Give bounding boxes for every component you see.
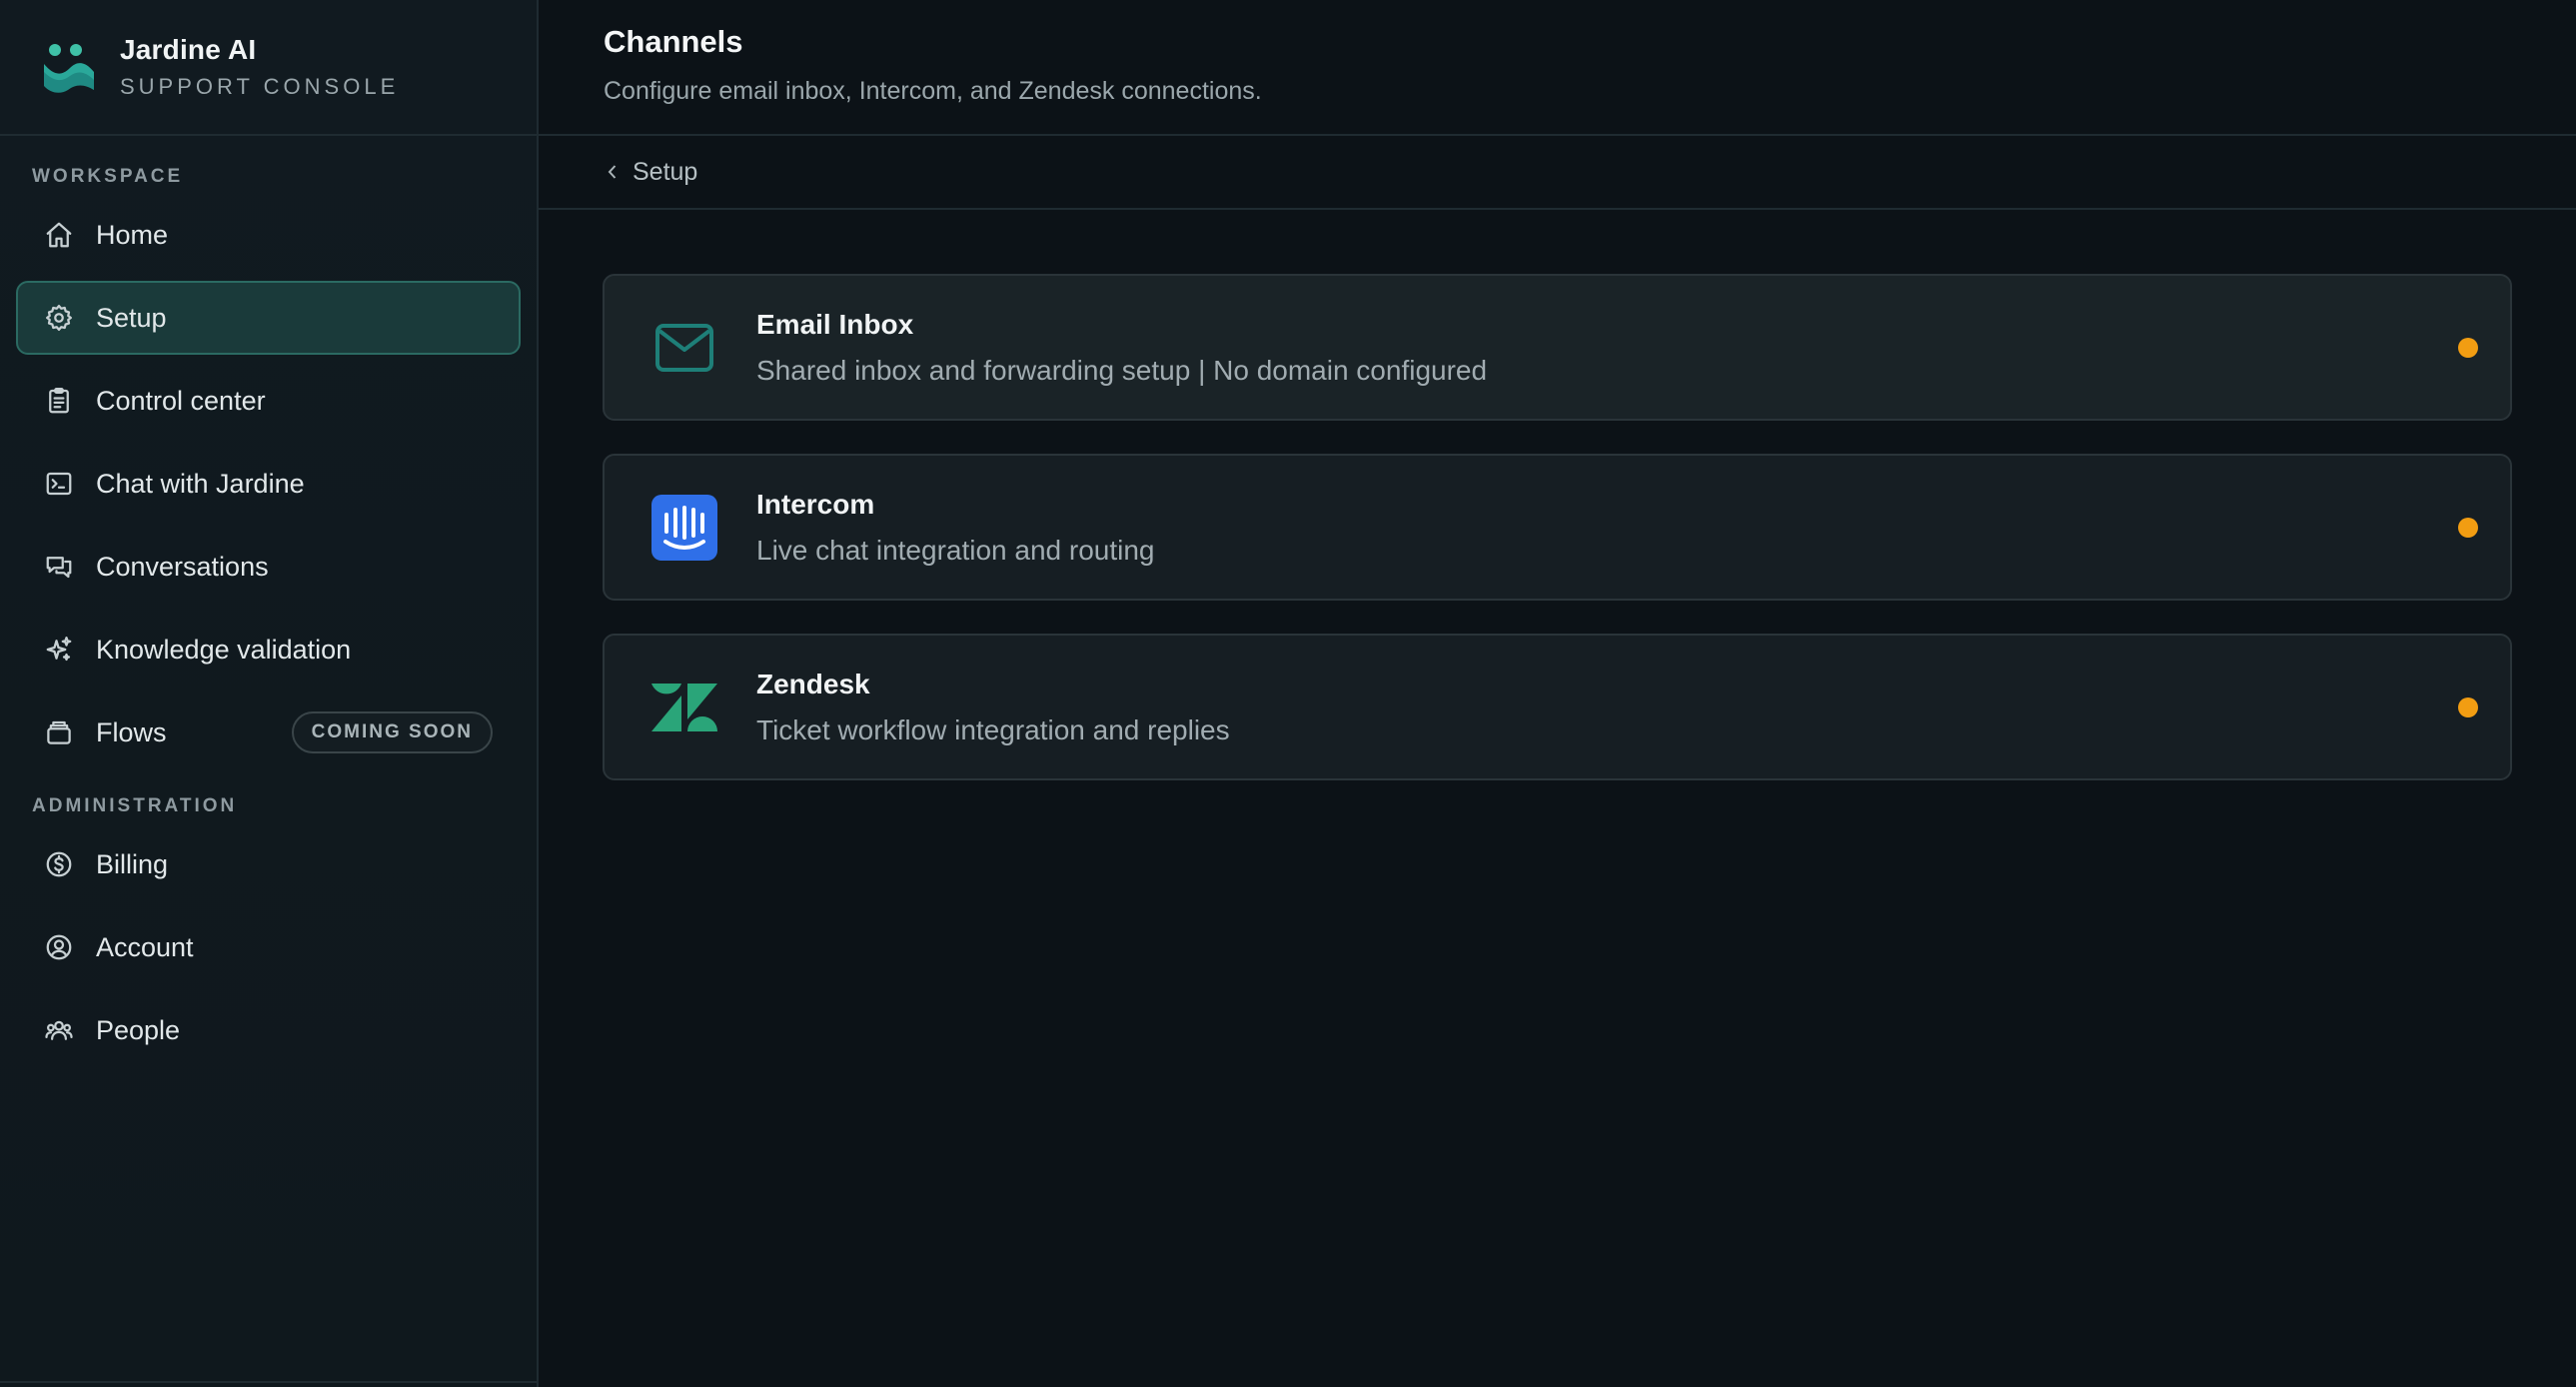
status-indicator bbox=[2458, 337, 2478, 358]
channel-logo bbox=[650, 494, 718, 562]
channel-card-intercom[interactable]: Intercom Live chat integration and routi… bbox=[603, 454, 2512, 601]
breadcrumb-back-link[interactable]: Setup bbox=[603, 158, 697, 187]
sidebar-item-label: Home bbox=[96, 219, 169, 250]
mail-icon bbox=[655, 323, 713, 372]
sidebar-item-setup[interactable]: Setup bbox=[16, 281, 521, 355]
zendesk-logo-icon bbox=[651, 683, 717, 731]
sidebar-item-knowledge-validation[interactable]: Knowledge validation bbox=[16, 613, 521, 687]
brand-header: Jardine AI SUPPORT CONSOLE bbox=[0, 0, 537, 136]
sidebar-item-control-center[interactable]: Control center bbox=[16, 364, 521, 438]
page-subtitle: Configure email inbox, Intercom, and Zen… bbox=[604, 77, 1262, 105]
clipboard-icon bbox=[49, 388, 69, 414]
section-label-workspace: WORKSPACE bbox=[32, 166, 184, 187]
sidebar-divider bbox=[0, 1381, 537, 1383]
sidebar-item-label: Billing bbox=[96, 848, 169, 879]
sidebar-item-billing[interactable]: Billing bbox=[16, 827, 521, 901]
channel-description: Ticket workflow integration and replies bbox=[756, 713, 1230, 745]
sidebar-item-people[interactable]: People bbox=[16, 993, 521, 1067]
terminal-icon bbox=[46, 472, 72, 496]
sidebar-item-account[interactable]: Account bbox=[16, 910, 521, 984]
brand-name: Jardine AI bbox=[120, 34, 257, 65]
sidebar-item-label: People bbox=[96, 1014, 181, 1045]
gear-icon bbox=[46, 305, 72, 331]
app-root: Jardine AI SUPPORT CONSOLE WORKSPACE Hom… bbox=[0, 0, 2576, 1387]
page-title: Channels bbox=[604, 24, 743, 59]
section-label-administration: ADMINISTRATION bbox=[32, 795, 238, 816]
home-icon bbox=[46, 222, 72, 248]
page-header: Channels Configure email inbox, Intercom… bbox=[539, 0, 2576, 136]
sidebar-item-label: Flows bbox=[96, 716, 167, 747]
sidebar-item-label: Setup bbox=[96, 302, 167, 333]
user-circle-icon bbox=[46, 934, 72, 960]
brand-subtitle: SUPPORT CONSOLE bbox=[120, 74, 400, 99]
channel-description: Live chat integration and routing bbox=[756, 534, 1155, 566]
channel-list: Email Inbox Shared inbox and forwarding … bbox=[539, 210, 2576, 780]
channel-title: Intercom bbox=[756, 488, 875, 520]
channel-logo bbox=[650, 314, 718, 382]
chevron-left-icon bbox=[608, 165, 617, 179]
sidebar-item-label: Knowledge validation bbox=[96, 634, 352, 665]
sidebar-item-label: Account bbox=[96, 931, 194, 962]
sidebar-item-label: Conversations bbox=[96, 551, 269, 582]
breadcrumb-label: Setup bbox=[633, 157, 698, 186]
sidebar-item-label: Control center bbox=[96, 385, 266, 416]
jardine-logo-icon bbox=[44, 44, 94, 93]
status-indicator bbox=[2458, 517, 2478, 538]
channel-card-zendesk[interactable]: Zendesk Ticket workflow integration and … bbox=[603, 634, 2512, 780]
sparkles-icon bbox=[46, 637, 72, 662]
layers-icon bbox=[47, 720, 71, 744]
channel-card-email-inbox[interactable]: Email Inbox Shared inbox and forwarding … bbox=[603, 274, 2512, 421]
sidebar: Jardine AI SUPPORT CONSOLE WORKSPACE Hom… bbox=[0, 0, 539, 1387]
dollar-circle-icon bbox=[46, 851, 72, 877]
channel-description: Shared inbox and forwarding setup | No d… bbox=[756, 354, 1488, 386]
sidebar-item-chat-with-jardine[interactable]: Chat with Jardine bbox=[16, 447, 521, 521]
breadcrumb: Setup bbox=[539, 136, 2576, 210]
sidebar-item-flows[interactable]: Flows COMING SOON bbox=[16, 695, 521, 769]
channel-title: Zendesk bbox=[756, 668, 870, 699]
intercom-logo-icon bbox=[651, 494, 717, 561]
status-indicator bbox=[2458, 696, 2478, 717]
coming-soon-badge: COMING SOON bbox=[291, 711, 493, 753]
sidebar-item-home[interactable]: Home bbox=[16, 198, 521, 272]
channel-logo bbox=[650, 674, 718, 741]
sidebar-item-conversations[interactable]: Conversations bbox=[16, 530, 521, 604]
chat-bubbles-icon bbox=[46, 557, 72, 579]
channel-title: Email Inbox bbox=[756, 308, 914, 340]
users-icon bbox=[45, 1020, 73, 1040]
sidebar-item-label: Chat with Jardine bbox=[96, 468, 305, 499]
main-content: Channels Configure email inbox, Intercom… bbox=[539, 0, 2576, 1387]
